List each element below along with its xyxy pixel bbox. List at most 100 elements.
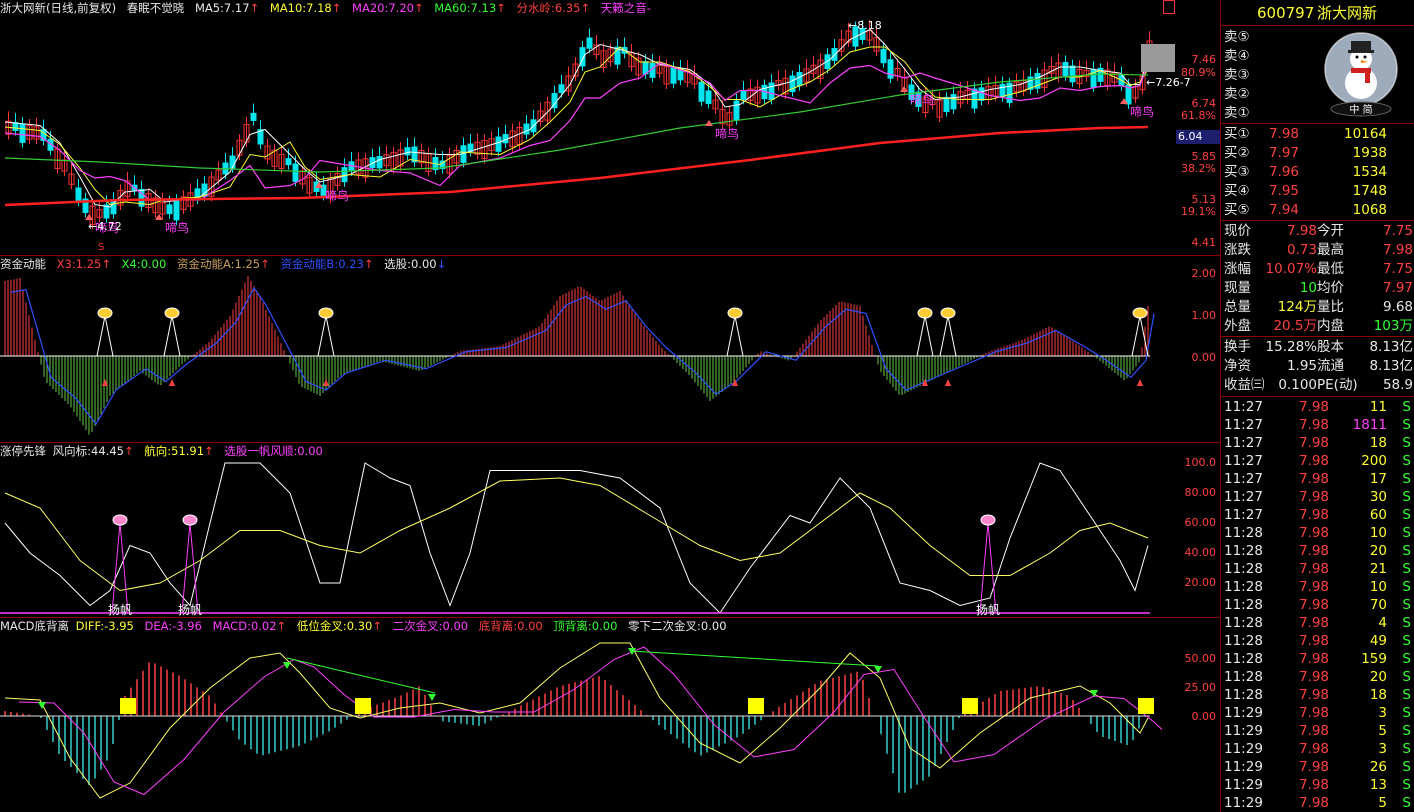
- tick-row: 11:29 7.98 26 S: [1221, 758, 1414, 776]
- stat-label: 流通: [1317, 358, 1344, 374]
- tick-volume: 20: [1369, 543, 1387, 559]
- stat-row: 涨跌 0.73 最高 7.98: [1221, 241, 1414, 259]
- sell-level-label: 卖⑤: [1224, 29, 1250, 45]
- axis-label: 61.8%: [1181, 109, 1216, 122]
- tick-row: 11:28 7.98 21 S: [1221, 560, 1414, 578]
- tick-row: 11:27 7.98 17 S: [1221, 470, 1414, 488]
- golden-cross-marker: [962, 698, 978, 714]
- stat-label: 现价: [1224, 223, 1251, 239]
- axis-label: 100.0: [1184, 456, 1217, 469]
- stat-row: 换手 15.28% 股本 8.13亿: [1221, 338, 1414, 356]
- buy-level-label: 买③: [1224, 164, 1250, 180]
- candle-body: [285, 158, 292, 166]
- tick-row: 11:28 7.98 10 S: [1221, 524, 1414, 542]
- tick-time: 11:29: [1224, 759, 1263, 775]
- axis-label: 4.41: [1191, 236, 1217, 249]
- candle-body: [999, 83, 1006, 98]
- divergence-line: [629, 650, 879, 667]
- tick-price: 7.98: [1298, 561, 1329, 577]
- lotus-icon: [182, 514, 198, 526]
- sell-arrow-icon: [38, 702, 46, 709]
- stat-label: 收益㈢: [1224, 377, 1265, 393]
- stat-label: 换手: [1224, 339, 1251, 355]
- signal-line: [111, 522, 121, 614]
- tick-volume: 13: [1369, 777, 1387, 793]
- buy-level: 买① 7.98 10164: [1221, 125, 1414, 143]
- tick-time: 11:27: [1224, 435, 1263, 451]
- candle-body: [1062, 62, 1069, 77]
- sell-level-label: 卖④: [1224, 48, 1250, 64]
- tick-price: 7.98: [1298, 741, 1329, 757]
- tick-row: 11:28 7.98 159 S: [1221, 650, 1414, 668]
- stat-value: 58.9: [1382, 377, 1413, 393]
- quote-panel: 600797 浙大网新 卖⑤ 卖④ 卖③ 卖② 卖① 中 简 买① 7.98 10164 买②…: [1220, 0, 1414, 812]
- tick-side: S: [1402, 399, 1411, 415]
- signal-line: [734, 315, 744, 357]
- candle-body: [978, 87, 985, 101]
- tick-volume: 5: [1378, 795, 1387, 811]
- lotus-icon: [980, 514, 996, 526]
- candle-body: [880, 48, 887, 64]
- gold-ingot-icon: [318, 307, 334, 319]
- tick-volume: 10: [1369, 579, 1387, 595]
- buy-arrow-icon: [169, 379, 175, 386]
- tick-row: 11:29 7.98 3 S: [1221, 704, 1414, 722]
- candle-body: [796, 72, 803, 87]
- momentum-chart: [0, 276, 1155, 435]
- high-label: ←8.18: [848, 19, 882, 32]
- fxb-line: [4, 462, 1149, 614]
- tick-time: 11:28: [1224, 579, 1263, 595]
- tick-time: 11:27: [1224, 489, 1263, 505]
- snowman-globe-icon: 中 简: [1324, 32, 1398, 117]
- tick-price: 7.98: [1298, 507, 1329, 523]
- candle-body: [558, 84, 565, 94]
- bird-signal-label: 啼鸟: [165, 220, 189, 235]
- tick-side: S: [1402, 471, 1411, 487]
- stat-row: 外盘 20.5万 内盘 103万: [1221, 317, 1414, 335]
- tick-volume: 60: [1369, 507, 1387, 523]
- p2-y-axis: 2.00 1.00 0.00: [1178, 256, 1220, 442]
- stat-label: 均价: [1317, 280, 1344, 296]
- capital-momentum-panel[interactable]: 资金动能 X3:1.25↑ X4:0.00 资金动能A:1.25↑ 资金动能B:…: [0, 256, 1220, 442]
- candle-body: [705, 90, 712, 104]
- tick-side: S: [1402, 741, 1411, 757]
- window-restore-icon[interactable]: [1163, 0, 1175, 14]
- buy-volume: 10164: [1344, 126, 1387, 142]
- limit-up-panel[interactable]: 涨停先锋 风向标:44.45↑ 航向:51.91↑ 选股一帆风顺:0.00 扬帆…: [0, 443, 1220, 617]
- tick-volume: 26: [1369, 759, 1387, 775]
- gold-ingot-icon: [97, 307, 113, 319]
- axis-label: 0.00: [1191, 351, 1217, 364]
- stat-row: 涨幅 10.07% 最低 7.75: [1221, 260, 1414, 278]
- candle-body: [768, 82, 775, 101]
- candle-body: [173, 200, 180, 221]
- signal-line: [939, 315, 949, 357]
- macd-chart: [0, 642, 1163, 799]
- buy-level-label: 买①: [1224, 126, 1250, 142]
- tick-side: S: [1402, 489, 1411, 505]
- tick-time: 11:29: [1224, 777, 1263, 793]
- tick-volume: 21: [1369, 561, 1387, 577]
- buy-arrow-icon: [705, 120, 713, 126]
- signal-line: [171, 315, 181, 357]
- tick-side: S: [1402, 795, 1411, 811]
- tick-side: S: [1402, 687, 1411, 703]
- candle-body: [404, 147, 411, 156]
- stat-value: 0.100: [1278, 377, 1317, 393]
- stat-value: 7.97: [1382, 280, 1413, 296]
- stat-label: 涨跌: [1224, 242, 1251, 258]
- tick-volume: 4: [1378, 615, 1387, 631]
- tick-side: S: [1402, 417, 1411, 433]
- stat-value: 20.5万: [1273, 318, 1317, 334]
- axis-label: 19.1%: [1181, 205, 1216, 218]
- macd-panel[interactable]: MACD底背离 DIFF:-3.95 DEA:-3.96 MACD:0.02↑ …: [0, 618, 1220, 812]
- kline-panel[interactable]: 浙大网新(日线,前复权) 春眠不觉晓 MA5:7.17↑ MA10:7.18↑ …: [0, 0, 1220, 255]
- tick-time: 11:29: [1224, 705, 1263, 721]
- tick-price: 7.98: [1298, 777, 1329, 793]
- stat-value: 15.28%: [1265, 339, 1317, 355]
- tick-price: 7.98: [1298, 687, 1329, 703]
- tick-side: S: [1402, 705, 1411, 721]
- tick-side: S: [1402, 561, 1411, 577]
- tick-volume: 200: [1361, 453, 1387, 469]
- stat-value: 7.98: [1286, 223, 1317, 239]
- stat-value: 8.13亿: [1369, 358, 1413, 374]
